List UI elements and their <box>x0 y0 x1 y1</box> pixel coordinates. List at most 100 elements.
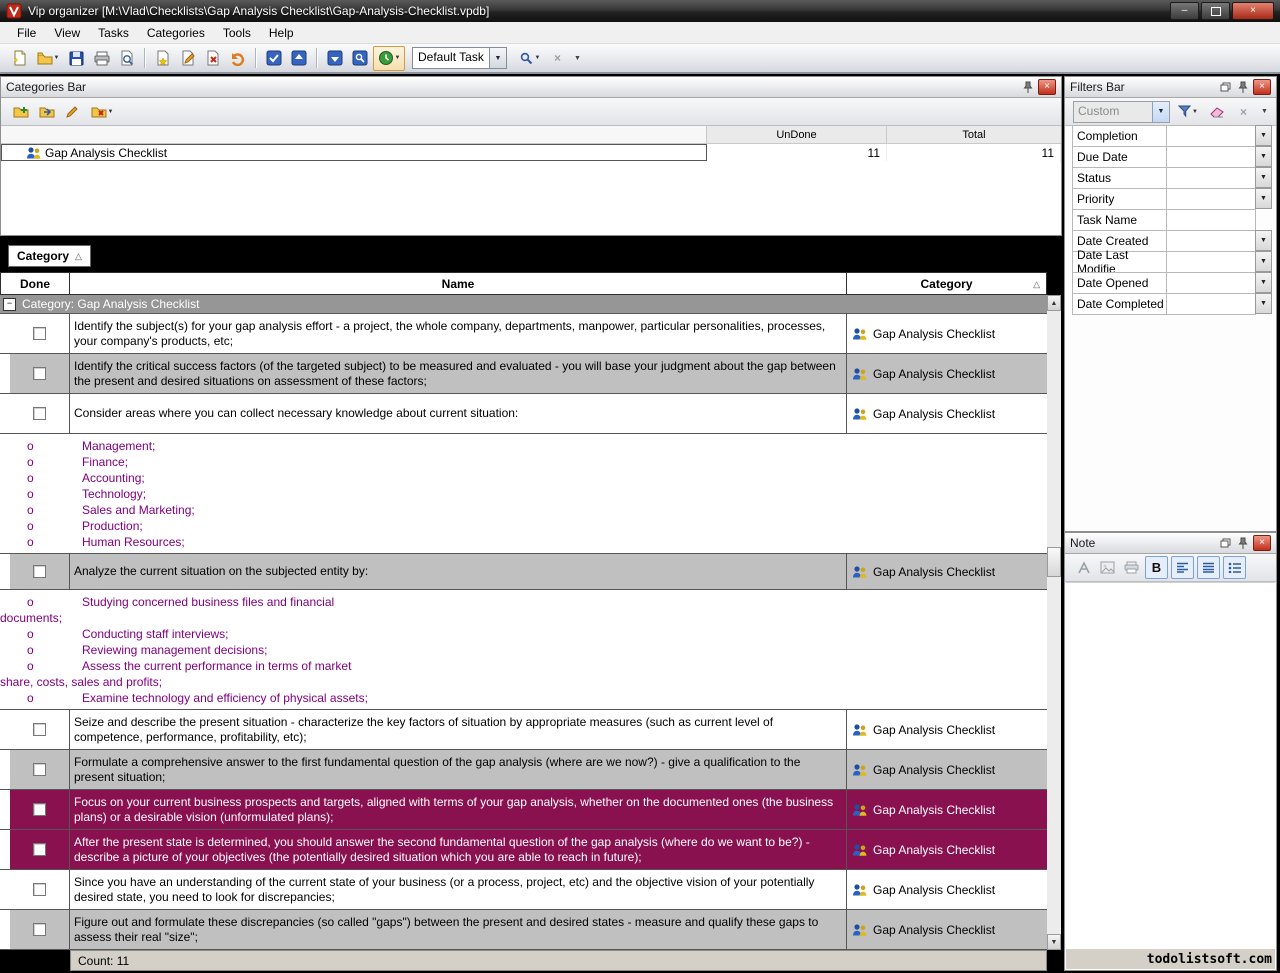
restore-icon[interactable] <box>1217 80 1233 94</box>
print-button[interactable] <box>90 47 113 70</box>
print-note-button[interactable] <box>1121 557 1142 578</box>
titlebar[interactable]: Vip organizer [M:\Vlad\Checklists\Gap An… <box>0 0 1280 22</box>
menu-item-file[interactable]: File <box>8 23 45 43</box>
task-row[interactable]: Analyze the current situation on the sub… <box>0 554 1047 590</box>
filter-dropdown-icon[interactable]: ▼ <box>1255 230 1272 251</box>
add-category-button[interactable] <box>9 100 32 123</box>
filter-dropdown-icon[interactable]: ▼ <box>1255 272 1272 293</box>
filter-value-field[interactable] <box>1166 188 1256 210</box>
scrollbar-thumb[interactable] <box>1047 547 1061 577</box>
task-row[interactable]: Identify the subject(s) for your gap ana… <box>0 314 1047 354</box>
task-checkbox[interactable] <box>33 843 46 856</box>
undo-button[interactable] <box>226 47 249 70</box>
filters-overflow-chevron[interactable]: ▼ <box>1258 108 1271 115</box>
task-name-cell[interactable]: After the present state is determined, y… <box>70 830 847 869</box>
done-column-header[interactable]: Done <box>0 272 70 295</box>
filter-dropdown-icon[interactable]: ▼ <box>1255 146 1272 167</box>
task-templates-button[interactable]: ▼ <box>514 47 544 70</box>
task-name-cell[interactable]: Seize and describe the present situation… <box>70 710 847 749</box>
apply-filter-button[interactable]: ▼ <box>1173 100 1203 123</box>
group-by-category-tab[interactable]: Category △ <box>8 245 91 267</box>
task-checkbox[interactable] <box>33 883 46 896</box>
filter-preset-select[interactable]: Custom ▼ <box>1073 100 1170 123</box>
scroll-down-icon[interactable]: ▼ <box>1047 934 1061 950</box>
task-checkbox[interactable] <box>33 407 46 420</box>
move-up-button[interactable] <box>287 47 310 70</box>
task-name-cell[interactable]: Analyze the current situation on the sub… <box>70 554 847 589</box>
filter-dropdown-icon[interactable]: ▼ <box>1192 109 1198 115</box>
task-row[interactable]: Focus on your current business prospects… <box>0 790 1047 830</box>
group-row[interactable]: − Category: Gap Analysis Checklist <box>0 295 1047 314</box>
filter-value-field[interactable] <box>1166 293 1256 315</box>
category-row[interactable]: Gap Analysis Checklist 11 11 <box>1 144 1061 162</box>
delete-category-button[interactable]: ▼ <box>87 100 117 123</box>
task-name-cell[interactable]: Identify the subject(s) for your gap ana… <box>70 314 847 353</box>
bullet-list-button[interactable] <box>1223 556 1246 579</box>
task-row[interactable]: Consider areas where you can collect nec… <box>0 394 1047 434</box>
filter-dropdown-icon[interactable]: ▼ <box>1255 125 1272 146</box>
scroll-up-icon[interactable]: ▲ <box>1047 295 1061 311</box>
delete-task-button[interactable] <box>201 47 224 70</box>
bold-button[interactable]: B <box>1145 556 1168 579</box>
menu-item-view[interactable]: View <box>45 23 89 43</box>
insert-image-button[interactable] <box>1097 557 1118 578</box>
category-column-header[interactable]: Category △ <box>847 272 1047 295</box>
task-row[interactable]: Identify the critical success factors (o… <box>0 354 1047 394</box>
task-checkbox[interactable] <box>33 763 46 776</box>
task-checkbox[interactable] <box>33 327 46 340</box>
timer-dropdown-icon[interactable]: ▼ <box>395 55 401 61</box>
move-down-button[interactable] <box>323 47 346 70</box>
print-preview-button[interactable] <box>115 47 138 70</box>
task-checkbox[interactable] <box>33 723 46 736</box>
close-icon[interactable]: × <box>1038 79 1056 95</box>
minimize-button[interactable]: – <box>1170 2 1199 20</box>
open-dropdown-icon[interactable]: ▼ <box>54 55 60 61</box>
task-row[interactable]: Formulate a comprehensive answer to the … <box>0 750 1047 790</box>
pin-icon[interactable] <box>1235 80 1251 94</box>
filter-preset-dropdown-icon[interactable]: ▼ <box>1152 101 1169 122</box>
templates-dropdown-icon[interactable]: ▼ <box>535 55 541 61</box>
timer-button[interactable]: ▼ <box>373 45 405 71</box>
add-subcategory-button[interactable] <box>35 100 58 123</box>
new-task-button[interactable] <box>151 47 174 70</box>
edit-task-button[interactable] <box>176 47 199 70</box>
default-task-select[interactable]: Default Task ▼ <box>412 47 507 69</box>
menu-item-help[interactable]: Help <box>260 23 303 43</box>
task-name-cell[interactable]: Identify the critical success factors (o… <box>70 354 847 393</box>
pin-icon[interactable] <box>1020 80 1036 94</box>
open-file-button[interactable]: ▼ <box>33 47 63 70</box>
undone-column-header[interactable]: UnDone <box>707 126 887 143</box>
edit-category-button[interactable] <box>61 100 84 123</box>
name-column-header[interactable]: Name <box>70 272 847 295</box>
save-button[interactable] <box>65 47 88 70</box>
task-checkbox[interactable] <box>33 803 46 816</box>
task-name-cell[interactable]: Consider areas where you can collect nec… <box>70 394 847 433</box>
close-icon[interactable]: × <box>1253 535 1271 551</box>
total-column-header[interactable]: Total <box>887 126 1061 143</box>
restore-icon[interactable] <box>1217 536 1233 550</box>
align-justify-button[interactable] <box>1197 556 1220 579</box>
clear-filter-button[interactable] <box>1206 100 1229 123</box>
delete-template-button[interactable]: × <box>546 47 569 70</box>
filter-dropdown-icon[interactable]: ▼ <box>1255 293 1272 314</box>
filter-value-field[interactable] <box>1166 146 1256 168</box>
close-button[interactable]: × <box>1232 2 1274 20</box>
task-row[interactable]: After the present state is determined, y… <box>0 830 1047 870</box>
category-name-cell[interactable]: Gap Analysis Checklist <box>1 144 707 161</box>
menu-item-tasks[interactable]: Tasks <box>89 23 138 43</box>
font-button[interactable] <box>1073 557 1094 578</box>
task-name-cell[interactable]: Figure out and formulate these discrepan… <box>70 910 847 949</box>
collapse-icon[interactable]: − <box>3 297 16 311</box>
filter-value-field[interactable] <box>1166 230 1256 252</box>
menu-item-categories[interactable]: Categories <box>138 23 214 43</box>
category-column-header[interactable] <box>1 126 707 143</box>
task-checkbox[interactable] <box>33 565 46 578</box>
task-checkbox[interactable] <box>33 923 46 936</box>
task-checkbox[interactable] <box>33 367 46 380</box>
note-content[interactable] <box>1066 582 1275 949</box>
new-document-button[interactable] <box>8 47 31 70</box>
filter-value-field[interactable] <box>1166 125 1256 147</box>
default-task-dropdown-icon[interactable]: ▼ <box>489 48 506 68</box>
filter-value-field[interactable] <box>1166 251 1256 273</box>
filter-dropdown-icon[interactable]: ▼ <box>1255 188 1272 209</box>
